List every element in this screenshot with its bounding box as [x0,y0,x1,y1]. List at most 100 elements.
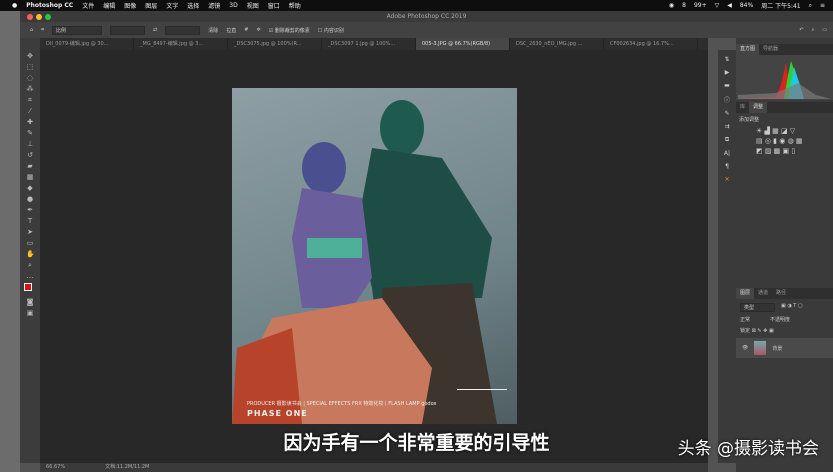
paragraph-icon[interactable]: ¶ [725,163,729,170]
opacity-label[interactable]: 不透明度 [770,316,790,323]
workspace-icon[interactable]: ▭ [822,27,827,33]
zoom-tool-icon[interactable]: ⌕ [26,261,34,269]
menu-image[interactable]: 图像 [124,1,136,10]
zoom-level[interactable]: 66.67% [46,463,65,472]
volume-icon[interactable]: ◀ [727,2,732,9]
doc-tab[interactable]: _MG_8497-编辑.jpg @ 3... [134,38,228,50]
play-actions-icon[interactable]: ▶ [725,69,730,76]
history-brush-icon[interactable]: ↺ [26,151,34,159]
clock[interactable]: 周二 下午5:41 [761,1,800,10]
brush-tool-icon[interactable]: ✎ [26,129,34,137]
home-icon[interactable]: ⌂ [30,27,33,33]
marquee-tool-icon[interactable]: ⬚ [26,63,34,71]
magic-wand-icon[interactable]: ⁂ [26,85,34,93]
character-icon[interactable]: A| [724,150,730,157]
pen-tool-icon[interactable]: ✒ [26,206,34,214]
blur-icon[interactable]: ◆ [26,184,34,192]
lasso-tool-icon[interactable]: ◌ [26,74,34,82]
doc-tab-active[interactable]: 005-3.JPG @ 66.7%(RGB/8) [416,38,510,50]
stamp-tool-icon[interactable]: ⊥ [26,140,34,148]
menu-type[interactable]: 文字 [166,1,178,10]
eraser-icon[interactable]: ▰ [26,162,34,170]
eyedropper-icon[interactable]: ⁄ [26,107,34,115]
healing-brush-icon[interactable]: ✚ [26,118,34,126]
screen-mode-icon[interactable]: ▣ [26,309,34,317]
notification-badge[interactable]: 99+ [694,2,707,9]
foreground-color[interactable] [24,283,32,291]
more-tools-icon[interactable]: … [26,272,34,280]
history-icon[interactable]: ⇅ [724,56,729,63]
battery-level[interactable]: 84% [740,2,753,9]
apple-icon[interactable]: ● [12,2,17,9]
blend-mode[interactable]: 正常 [740,316,750,323]
document-image[interactable]: PRODUCER 摄影读书会 | SPECIAL EFFECTS FRX 特效化… [232,88,517,424]
crop-tool-icon[interactable]: ⌗ [41,27,44,33]
swap-icon[interactable]: ⇄ [153,27,157,33]
filter-icons[interactable]: ▣ ◑ T ▢ [781,303,803,312]
crop-tool-icon[interactable]: ⌗ [26,96,34,104]
height-input[interactable] [165,25,201,35]
gradient-icon[interactable]: ▦ [26,173,34,181]
doc-tab[interactable]: DII_0079-编辑.jpg @ 30... [40,38,134,50]
record-icon[interactable]: ◉ [669,2,674,9]
doc-tab[interactable]: _DSC3097 1.jpg @ 100%... [322,38,416,50]
doc-size[interactable]: 文档:11.2M/11.2M [105,463,149,472]
content-aware-checkbox[interactable]: ☐ 内容识别 [318,27,344,34]
tab-libraries[interactable]: 库 [736,102,749,113]
menu-select[interactable]: 选择 [187,1,199,10]
menu-filter[interactable]: 滤镜 [208,1,220,10]
shape-tool-icon[interactable]: ▭ [26,239,34,247]
clear-button[interactable]: 清除 [208,27,218,34]
quick-mask-icon[interactable]: ◙ [26,298,34,306]
ratio-select[interactable]: 比例 [52,25,103,35]
info-icon[interactable]: ⓘ [724,95,730,104]
brush-settings-icon[interactable]: ✎ [724,110,729,117]
doc-tab[interactable]: CF002634.jpg @ 16.7%... [604,38,698,50]
type-tool-icon[interactable]: T [26,217,34,225]
doc-tab[interactable]: DSC_2630_nEO_IMG.jpg ... [510,38,604,50]
minimize-button[interactable] [36,14,42,20]
move-tool-icon[interactable]: ✥ [26,52,34,60]
tool-presets-icon[interactable]: ⇉ [724,123,729,130]
straighten-button[interactable]: 拉直 [226,27,236,34]
doc-tab[interactable]: _DSC3075.jpg @ 100%(R... [228,38,322,50]
wifi-icon[interactable]: ▽ [715,2,720,9]
menu-help[interactable]: 帮助 [289,1,301,10]
reset-icon[interactable]: ↶ [799,27,803,33]
delete-cropped-checkbox[interactable]: ☑ 删除裁剪的像素 [269,27,310,34]
menu-window[interactable]: 窗口 [268,1,280,10]
menu-3d[interactable]: 3D [229,2,237,9]
layer-row[interactable]: 👁 背景 [736,338,833,358]
hand-tool-icon[interactable]: ✋ [26,250,35,258]
width-input[interactable] [110,25,146,35]
search-icon[interactable]: ⌕ [811,27,814,33]
layer-filter[interactable]: 类型 [740,303,775,312]
search-icon[interactable]: ⌕ [809,2,812,10]
tab-layers[interactable]: 图层 [736,288,755,299]
visibility-eye-icon[interactable]: 👁 [742,345,748,351]
grid-overlay-icon[interactable]: # [244,27,248,33]
close-button[interactable] [27,14,33,20]
wechat-count[interactable]: 8 [682,2,686,9]
menu-layer[interactable]: 图层 [145,1,157,10]
clone-source-icon[interactable]: ⧉ [725,136,729,144]
app-menu[interactable]: Photoshop CC [26,2,73,9]
menu-edit[interactable]: 编辑 [103,1,115,10]
tab-adjustments[interactable]: 调整 [749,102,768,113]
swatches-icon[interactable]: ▬ [724,82,730,89]
adjustment-icons[interactable]: ☀ ▟ ▦ ◪ ▽ ▤ ◎ ▮ ◉ ◍ ▦ ◩ ▨ ▩ ▣ ▯ [736,126,833,156]
path-select-icon[interactable]: ➤ [26,228,34,236]
tab-channels[interactable]: 通道 [754,288,772,299]
tab-paths[interactable]: 路径 [772,288,790,299]
tab-histogram[interactable]: 直方图 [736,44,760,55]
zoom-button[interactable] [45,14,51,20]
menu-view[interactable]: 视图 [247,1,259,10]
color-swatches[interactable] [24,283,36,295]
gear-icon[interactable]: ✲ [256,27,260,33]
menu-list-icon[interactable]: ≡ [820,2,825,9]
dodge-icon[interactable]: ● [26,195,34,203]
creature-head [380,100,424,156]
cross-icon[interactable]: ✕ [724,176,729,183]
tab-navigator[interactable]: 导航器 [759,44,782,55]
menu-file[interactable]: 文件 [82,1,94,10]
